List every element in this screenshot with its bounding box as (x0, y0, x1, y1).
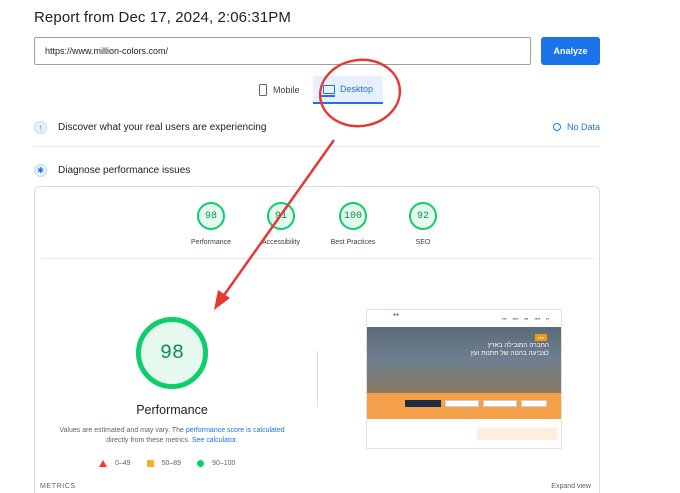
score-legend: 0–49 50–89 90–100 (99, 460, 235, 467)
note-text: directly from these metrics. (106, 437, 192, 444)
score-accessibility[interactable]: 91 Accessibility (251, 202, 311, 246)
diagnose-card: 98 Performance 91 Accessibility 100 Best… (34, 186, 600, 493)
url-input[interactable] (34, 37, 531, 65)
legend-pass: 90–100 (197, 460, 235, 467)
diagnose-icon: ✱ (34, 163, 47, 177)
legend-range: 0–49 (115, 460, 131, 467)
diagnose-label: Diagnose performance issues (58, 164, 191, 176)
score-seo[interactable]: 92 SEO (393, 202, 453, 246)
score-gauge: 98 (197, 202, 225, 230)
tab-desktop[interactable]: Desktop (313, 76, 383, 104)
discover-section[interactable]: ↑ Discover what your real users are expe… (34, 117, 600, 137)
score-gauge: 91 (267, 202, 295, 230)
preview-hero-line: לצביעה בהטה של חתנות ועץ (470, 350, 549, 357)
calculator-link[interactable]: See calculator. (192, 437, 238, 444)
preview-logo: ●● (393, 312, 400, 318)
preview-field (521, 400, 547, 407)
preview-hero-line: החברה המובילה בארץ (487, 342, 549, 349)
section-divider (34, 146, 600, 147)
preview-tag: ▪▪▪▪ (535, 334, 547, 341)
triangle-icon (99, 460, 107, 467)
score-label: Performance (190, 239, 232, 246)
legend-range: 50–89 (161, 460, 182, 467)
info-icon (552, 123, 561, 131)
preview-footer (477, 428, 557, 440)
score-performance[interactable]: 98 Performance (181, 202, 241, 246)
legend-fail: 0–49 (99, 460, 131, 467)
monitor-icon (320, 84, 335, 97)
score-label: Best Practices (330, 239, 376, 246)
no-data-label: No Data (566, 122, 600, 132)
score-label: SEO (415, 239, 431, 246)
analyze-button[interactable]: Analyze (541, 37, 600, 65)
report-title: Report from Dec 17, 2024, 2:06:31PM (34, 9, 291, 26)
tab-mobile[interactable]: Mobile (259, 76, 315, 104)
circle-icon (197, 460, 205, 467)
preview-hero-text: החברה המובילה בארץ לצביעה בהטה של חתנות … (471, 342, 549, 358)
preview-submit (405, 400, 441, 407)
card-divider (41, 258, 595, 259)
vertical-divider (317, 351, 318, 407)
score-best-practices[interactable]: 100 Best Practices (323, 202, 383, 246)
legend-range: 90–100 (212, 460, 236, 467)
page-screenshot: ▪▪▪ ▪▪▪▪ ▪▪▪ ▪▪▪▪ ▪▪ ●● ▪▪▪▪ החברה המובילה ב… (366, 309, 562, 449)
preview-field (445, 400, 479, 407)
discover-label: Discover what your real users are experi… (58, 121, 267, 133)
phone-icon (259, 84, 267, 96)
preview-hero: ▪▪▪▪ החברה המובילה בארץ לצביעה בהטה של ח… (367, 327, 561, 393)
users-icon: ↑ (34, 120, 47, 134)
metrics-heading: METRICS (40, 483, 76, 490)
tab-mobile-label: Mobile (273, 85, 300, 95)
score-note: Values are estimated and may vary. The p… (55, 426, 289, 446)
square-icon (146, 460, 154, 467)
diagnose-section: ✱ Diagnose performance issues (34, 160, 190, 180)
score-gauge: 100 (339, 202, 367, 230)
score-label: Accessibility (261, 239, 301, 246)
performance-title: Performance (136, 403, 208, 417)
expand-view-toggle[interactable]: Expand view (551, 483, 591, 490)
score-calc-link[interactable]: performance score is calculated (186, 427, 285, 434)
no-data-status: No Data (552, 122, 600, 132)
tab-desktop-label: Desktop (339, 84, 374, 94)
performance-gauge: 98 (136, 317, 208, 389)
score-gauge: 92 (409, 202, 437, 230)
legend-average: 50–89 (146, 460, 182, 467)
preview-field (483, 400, 517, 407)
note-text: Values are estimated and may vary. The (59, 427, 186, 434)
